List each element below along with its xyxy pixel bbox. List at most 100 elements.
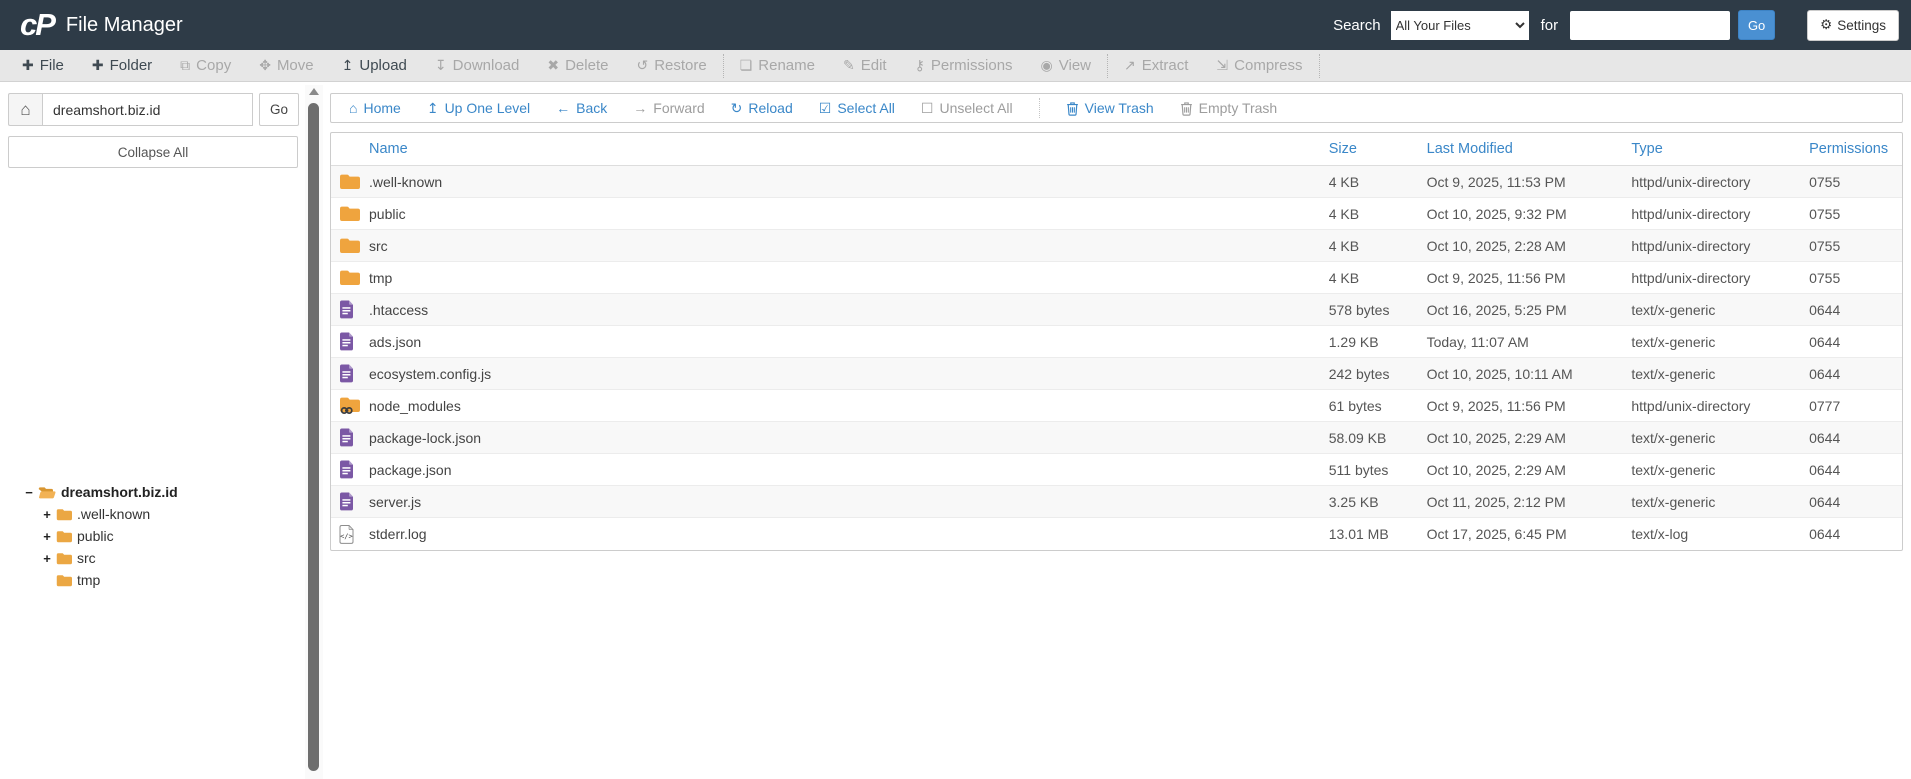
table-row[interactable]: .htaccess 578 bytes Oct 16, 2025, 5:25 PM t… bbox=[331, 294, 1902, 326]
toolbar-button-rename[interactable]: ❏ Rename bbox=[726, 50, 829, 81]
toolbar-button-copy[interactable]: ⧉ Copy bbox=[166, 50, 245, 81]
app-header: cP File Manager Search All Your Files fo… bbox=[0, 0, 1911, 50]
toolbar-button-permissions[interactable]: ⚷ Permissions bbox=[901, 50, 1027, 81]
toolbar-button-download[interactable]: ↧ Download bbox=[421, 50, 533, 81]
toolbar-button-view[interactable]: ◉ View bbox=[1027, 50, 1105, 81]
search-label: Search bbox=[1333, 16, 1381, 34]
file-modified: Oct 10, 2025, 10:11 AM bbox=[1426, 365, 1573, 382]
table-row[interactable]: </> stderr.log 13.01 MB Oct 17, 2025, 6:45 … bbox=[331, 518, 1902, 550]
table-row[interactable]: public 4 KB Oct 10, 2025, 9:32 PM httpd/uni… bbox=[331, 198, 1902, 230]
view-icon: ◉ bbox=[1040, 57, 1053, 73]
home-directory-button[interactable]: ⌂ bbox=[8, 93, 42, 126]
nav-link-reload[interactable]: ↻ Reload bbox=[731, 100, 793, 117]
toolbar-button-upload[interactable]: ↥ Upload bbox=[328, 50, 421, 81]
search-input[interactable] bbox=[1570, 10, 1731, 40]
table-row[interactable]: .well-known 4 KB Oct 9, 2025, 11:53 PM http… bbox=[331, 166, 1902, 198]
settings-button[interactable]: ⚙ Settings bbox=[1807, 9, 1899, 41]
search-scope-select[interactable]: All Your Files bbox=[1390, 10, 1529, 40]
tree-item-tmp[interactable]: tmp bbox=[0, 569, 300, 591]
column-header-type[interactable]: Type bbox=[1631, 141, 1809, 157]
nav-link-forward[interactable]: → Forward bbox=[633, 100, 704, 116]
table-row[interactable]: src 4 KB Oct 10, 2025, 2:28 AM httpd/unix-d… bbox=[331, 230, 1902, 262]
toolbar-button-edit[interactable]: ✎ Edit bbox=[829, 50, 901, 81]
file-name-cell: .well-known bbox=[331, 173, 1329, 190]
file-size: 4 KB bbox=[1328, 205, 1360, 222]
file-name: server.js bbox=[369, 493, 422, 510]
toolbar-button-delete[interactable]: ✖ Delete bbox=[533, 50, 622, 81]
toolbar-button-extract[interactable]: ↗ Extract bbox=[1110, 50, 1202, 81]
file-table: Name Size Last Modified Type Permissions .we… bbox=[330, 132, 1903, 551]
tree-expander-icon[interactable]: + bbox=[40, 529, 54, 544]
folder-icon bbox=[339, 205, 369, 222]
toolbar-button-restore[interactable]: ↺ Restore bbox=[622, 50, 720, 81]
forward-arrow-icon: → bbox=[633, 100, 648, 116]
column-header-permissions[interactable]: Permissions bbox=[1809, 141, 1902, 157]
compress-icon: ⇲ bbox=[1216, 57, 1229, 73]
nav-link-empty-trash[interactable]: Empty Trash bbox=[1180, 100, 1277, 116]
vertical-scrollbar[interactable] bbox=[305, 85, 323, 779]
sidebar: ⌂ Go Collapse All − dreamshort.biz.id + .we… bbox=[0, 83, 300, 779]
tree-item-public[interactable]: + public bbox=[0, 525, 300, 547]
file-modified: Oct 10, 2025, 2:29 AM bbox=[1426, 429, 1566, 446]
column-header-size[interactable]: Size bbox=[1329, 141, 1427, 157]
nav-link-up-one-level[interactable]: ↥ Up One Level bbox=[427, 100, 530, 117]
collapse-all-button[interactable]: Collapse All bbox=[8, 136, 298, 168]
nav-link-label: View Trash bbox=[1084, 100, 1154, 116]
table-row[interactable]: tmp 4 KB Oct 9, 2025, 11:56 PM httpd/unix-d… bbox=[331, 262, 1902, 294]
table-row[interactable]: ads.json 1.29 KB Today, 11:07 AM text/x-gen… bbox=[331, 326, 1902, 358]
file-size: 4 KB bbox=[1328, 237, 1360, 254]
path-input[interactable] bbox=[42, 93, 253, 126]
table-row[interactable]: package-lock.json 58.09 KB Oct 10, 2025, 2… bbox=[331, 422, 1902, 454]
search-go-button[interactable]: Go bbox=[1738, 10, 1776, 40]
tree-expander-icon[interactable]: + bbox=[40, 507, 54, 522]
log-file-icon: </> bbox=[339, 524, 369, 544]
document-icon bbox=[339, 364, 369, 383]
nav-link-select-all[interactable]: ☑ Select All bbox=[819, 100, 895, 117]
tree-item-dreamshort.biz.id[interactable]: − dreamshort.biz.id bbox=[0, 481, 300, 503]
table-row[interactable]: ecosystem.config.js 242 bytes Oct 10, 2025… bbox=[331, 358, 1902, 390]
up-one-level-icon: ↥ bbox=[426, 99, 439, 116]
file-table-header: Name Size Last Modified Type Permissions bbox=[331, 133, 1902, 166]
file-type: text/x-generic bbox=[1631, 429, 1716, 446]
path-go-button[interactable]: Go bbox=[259, 93, 299, 126]
nav-link-label: Back bbox=[576, 100, 608, 116]
file-name-cell: ecosystem.config.js bbox=[331, 364, 1329, 383]
tree-item-src[interactable]: + src bbox=[0, 547, 300, 569]
toolbar-button-move[interactable]: ✥ Move bbox=[245, 50, 327, 81]
file-permissions: 0644 bbox=[1809, 333, 1841, 350]
file-modified: Oct 9, 2025, 11:53 PM bbox=[1426, 173, 1566, 190]
symlink-folder-icon bbox=[339, 396, 369, 415]
file-type: text/x-generic bbox=[1631, 493, 1716, 510]
tree-item-.well-known[interactable]: + .well-known bbox=[0, 503, 300, 525]
nav-link-unselect-all[interactable]: ☐ Unselect All bbox=[921, 100, 1013, 117]
tree-expander-icon[interactable]: + bbox=[40, 551, 54, 566]
scrollbar-thumb[interactable] bbox=[308, 103, 319, 771]
scrollbar-up-arrow-icon[interactable] bbox=[309, 88, 319, 95]
reload-icon: ↻ bbox=[730, 99, 743, 116]
nav-link-view-trash[interactable]: View Trash bbox=[1066, 100, 1154, 116]
nav-link-label: Unselect All bbox=[939, 100, 1013, 116]
toolbar-button-compress[interactable]: ⇲ Compress bbox=[1202, 50, 1316, 81]
file-type: httpd/unix-directory bbox=[1631, 397, 1751, 414]
file-type: httpd/unix-directory bbox=[1631, 269, 1751, 286]
column-header-last-modified[interactable]: Last Modified bbox=[1427, 141, 1632, 157]
file-modified: Oct 17, 2025, 6:45 PM bbox=[1426, 526, 1567, 542]
file-table-body: .well-known 4 KB Oct 9, 2025, 11:53 PM http… bbox=[331, 166, 1902, 550]
nav-link-label: Home bbox=[363, 100, 401, 116]
tree-expander-icon[interactable]: − bbox=[22, 485, 36, 500]
document-icon bbox=[339, 332, 369, 351]
table-row[interactable]: node_modules 61 bytes Oct 9, 2025, 11:56 P… bbox=[331, 390, 1902, 422]
table-row[interactable]: package.json 511 bytes Oct 10, 2025, 2:29 … bbox=[331, 454, 1902, 486]
column-header-name[interactable]: Name bbox=[331, 141, 1329, 157]
toolbar-button-label: Edit bbox=[860, 57, 887, 74]
nav-link-back[interactable]: ← Back bbox=[556, 100, 607, 116]
checkbox-empty-icon: ☐ bbox=[920, 99, 934, 116]
table-row[interactable]: server.js 3.25 KB Oct 11, 2025, 2:12 PM tex… bbox=[331, 486, 1902, 518]
file-modified: Oct 16, 2025, 5:25 PM bbox=[1426, 301, 1567, 318]
nav-link-home[interactable]: ⌂ Home bbox=[349, 100, 401, 116]
file-modified: Oct 9, 2025, 11:56 PM bbox=[1426, 397, 1566, 414]
home-icon: ⌂ bbox=[20, 99, 31, 119]
toolbar-button-folder[interactable]: ✚ Folder bbox=[78, 50, 166, 81]
toolbar-button-file[interactable]: ✚ File bbox=[8, 50, 78, 81]
file-name: stderr.log bbox=[369, 526, 427, 542]
